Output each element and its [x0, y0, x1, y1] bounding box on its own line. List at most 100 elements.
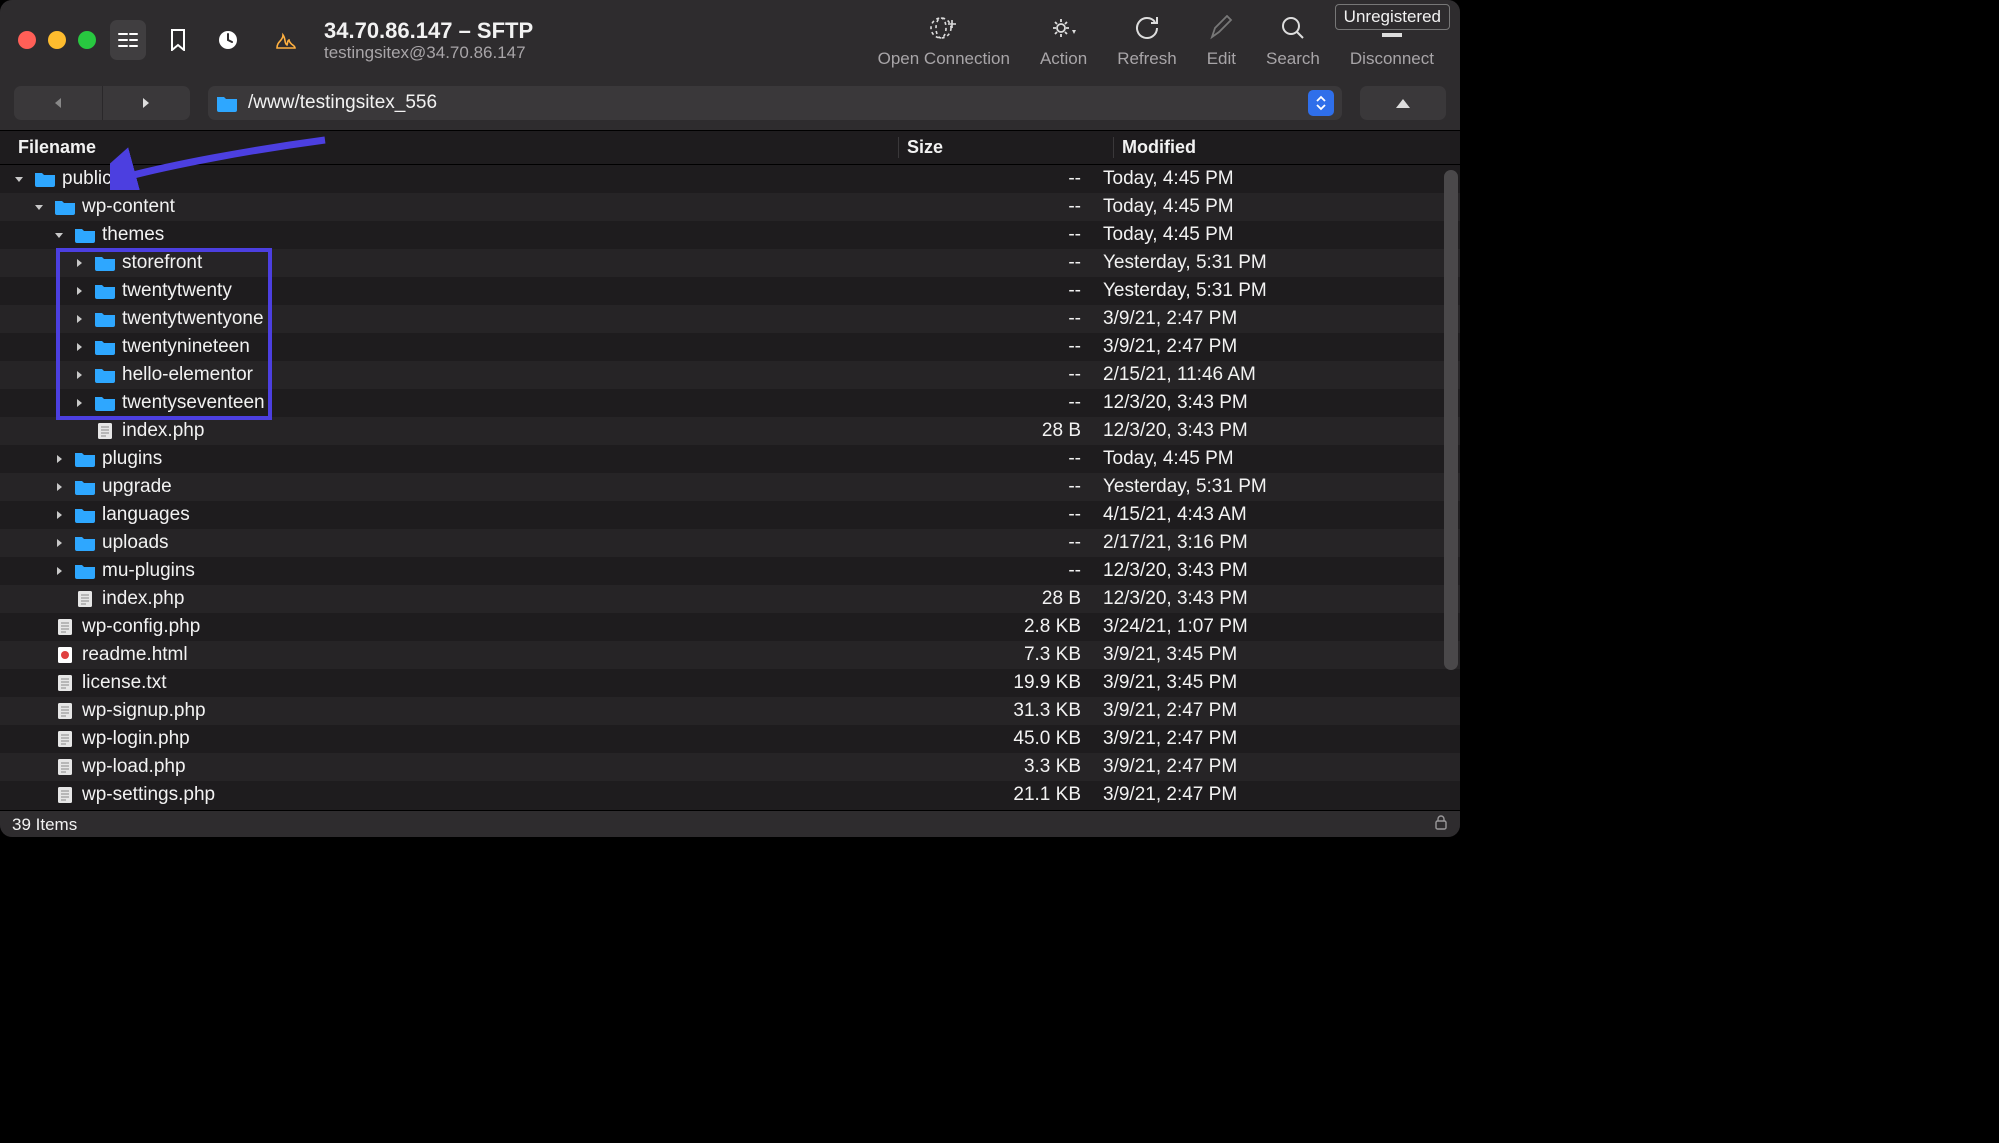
folder-icon: [94, 394, 116, 412]
file-icon: [54, 786, 76, 804]
open-connection-button[interactable]: Open Connection: [870, 11, 1018, 69]
disclosure-triangle[interactable]: [50, 450, 68, 468]
file-modified: 3/9/21, 2:47 PM: [1095, 308, 1440, 330]
file-row[interactable]: public--Today, 4:45 PM: [0, 165, 1460, 193]
back-forward-control[interactable]: [14, 86, 190, 120]
file-row[interactable]: twentynineteen--3/9/21, 2:47 PM: [0, 333, 1460, 361]
file-row[interactable]: plugins--Today, 4:45 PM: [0, 445, 1460, 473]
close-button[interactable]: [18, 31, 36, 49]
file-name: uploads: [102, 532, 169, 554]
file-modified: Today, 4:45 PM: [1095, 168, 1440, 190]
col-size[interactable]: Size: [898, 137, 1113, 158]
col-modified[interactable]: Modified: [1113, 137, 1440, 158]
disclosure-triangle[interactable]: [70, 310, 88, 328]
file-row[interactable]: readme.html7.3 KB3/9/21, 3:45 PM: [0, 641, 1460, 669]
file-row[interactable]: license.txt19.9 KB3/9/21, 3:45 PM: [0, 669, 1460, 697]
disclosure-triangle[interactable]: [50, 506, 68, 524]
path-dropdown-icon[interactable]: [1308, 90, 1334, 116]
file-name: wp-login.php: [82, 728, 190, 750]
window-title: 34.70.86.147 – SFTP: [324, 18, 533, 43]
window-subtitle: testingsitex@34.70.86.147: [324, 43, 533, 63]
file-name: upgrade: [102, 476, 172, 498]
back-button[interactable]: [14, 86, 102, 120]
file-modified: 12/3/20, 3:43 PM: [1095, 420, 1440, 442]
disclosure-triangle[interactable]: [30, 198, 48, 216]
disclosure-triangle[interactable]: [50, 534, 68, 552]
file-row[interactable]: wp-signup.php31.3 KB3/9/21, 2:47 PM: [0, 697, 1460, 725]
action-button[interactable]: Action: [1032, 11, 1095, 69]
disclosure-triangle[interactable]: [70, 366, 88, 384]
disclosure-triangle[interactable]: [70, 338, 88, 356]
folder-icon: [74, 450, 96, 468]
file-name: mu-plugins: [102, 560, 195, 582]
file-row[interactable]: twentytwentyone--3/9/21, 2:47 PM: [0, 305, 1460, 333]
scrollbar-thumb[interactable]: [1444, 170, 1458, 670]
folder-icon: [94, 310, 116, 328]
forward-button[interactable]: [103, 86, 191, 120]
lock-icon: [1434, 814, 1448, 835]
refresh-button[interactable]: Refresh: [1109, 11, 1185, 69]
file-row[interactable]: languages--4/15/21, 4:43 AM: [0, 501, 1460, 529]
refresh-icon: [1133, 11, 1161, 45]
column-headers[interactable]: Filename Size Modified: [0, 131, 1460, 165]
search-icon: [1280, 11, 1306, 45]
file-row[interactable]: wp-login.php45.0 KB3/9/21, 2:47 PM: [0, 725, 1460, 753]
disclosure-triangle[interactable]: [70, 282, 88, 300]
file-name: storefront: [122, 252, 202, 274]
file-name: hello-elementor: [122, 364, 253, 386]
disclosure-triangle[interactable]: [50, 478, 68, 496]
file-row[interactable]: twentytwenty--Yesterday, 5:31 PM: [0, 277, 1460, 305]
file-size: --: [880, 280, 1095, 302]
col-filename[interactable]: Filename: [18, 137, 898, 158]
file-size: --: [880, 168, 1095, 190]
go-up-button[interactable]: [1360, 86, 1446, 120]
file-row[interactable]: upgrade--Yesterday, 5:31 PM: [0, 473, 1460, 501]
file-row[interactable]: wp-content--Today, 4:45 PM: [0, 193, 1460, 221]
file-row[interactable]: index.php28 B12/3/20, 3:43 PM: [0, 585, 1460, 613]
folder-icon: [94, 338, 116, 356]
disconnect-label: Disconnect: [1350, 49, 1434, 69]
file-row[interactable]: uploads--2/17/21, 3:16 PM: [0, 529, 1460, 557]
history-button[interactable]: [210, 20, 246, 60]
bookmarks-button[interactable]: [160, 20, 196, 60]
disclosure-triangle[interactable]: [70, 394, 88, 412]
file-row[interactable]: wp-load.php3.3 KB3/9/21, 2:47 PM: [0, 753, 1460, 781]
search-label: Search: [1266, 49, 1320, 69]
toolbar: 34.70.86.147 – SFTP testingsitex@34.70.8…: [0, 0, 1460, 80]
file-icon: [54, 758, 76, 776]
disclosure-triangle[interactable]: [70, 254, 88, 272]
file-size: 21.1 KB: [880, 784, 1095, 806]
file-row[interactable]: twentyseventeen--12/3/20, 3:43 PM: [0, 389, 1460, 417]
disclosure-triangle[interactable]: [50, 226, 68, 244]
file-modified: 3/9/21, 2:47 PM: [1095, 336, 1440, 358]
file-row[interactable]: storefront--Yesterday, 5:31 PM: [0, 249, 1460, 277]
disclosure-triangle[interactable]: [50, 562, 68, 580]
file-modified: 3/9/21, 3:45 PM: [1095, 672, 1440, 694]
path-bar[interactable]: /www/testingsitex_556: [208, 86, 1342, 120]
file-size: --: [880, 364, 1095, 386]
file-row[interactable]: mu-plugins--12/3/20, 3:43 PM: [0, 557, 1460, 585]
file-size: --: [880, 504, 1095, 526]
folder-icon: [216, 94, 238, 112]
minimize-button[interactable]: [48, 31, 66, 49]
file-size: --: [880, 308, 1095, 330]
file-size: --: [880, 560, 1095, 582]
file-row[interactable]: hello-elementor--2/15/21, 11:46 AM: [0, 361, 1460, 389]
file-row[interactable]: wp-config.php2.8 KB3/24/21, 1:07 PM: [0, 613, 1460, 641]
file-listing[interactable]: public--Today, 4:45 PMwp-content--Today,…: [0, 165, 1460, 810]
file-name: license.txt: [82, 672, 166, 694]
file-name: twentyseventeen: [122, 392, 265, 414]
view-toggle-button[interactable]: [110, 20, 146, 60]
search-button[interactable]: Search: [1258, 11, 1328, 69]
unregistered-tag: Unregistered: [1335, 4, 1450, 30]
folder-icon: [94, 282, 116, 300]
file-size: 28 B: [880, 588, 1095, 610]
maximize-button[interactable]: [78, 31, 96, 49]
file-modified: 4/15/21, 4:43 AM: [1095, 504, 1440, 526]
folder-icon: [34, 170, 56, 188]
file-row[interactable]: index.php28 B12/3/20, 3:43 PM: [0, 417, 1460, 445]
file-row[interactable]: themes--Today, 4:45 PM: [0, 221, 1460, 249]
disclosure-triangle[interactable]: [10, 170, 28, 188]
file-size: --: [880, 224, 1095, 246]
file-row[interactable]: wp-settings.php21.1 KB3/9/21, 2:47 PM: [0, 781, 1460, 809]
